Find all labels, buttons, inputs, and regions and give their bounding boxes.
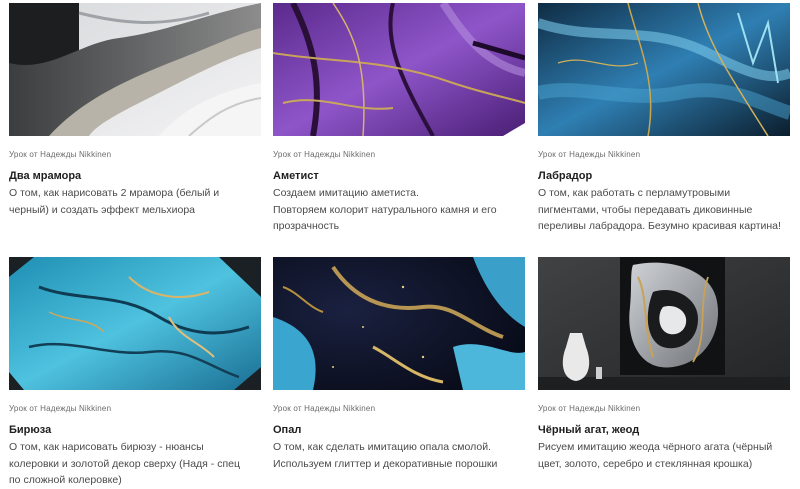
lesson-card-two-marbles[interactable]: Урок от Надежды Nikkinen Два мрамора О т… [9,3,261,218]
lesson-description: Рисуем имитацию жеода чёрного агата (чёр… [538,441,773,470]
black-agate-geode-painting-icon[interactable] [538,257,790,390]
lesson-description: О том, как нарисовать 2 мрамора (белый и… [9,187,220,216]
lesson-author: Урок от Надежды Nikkinen [538,404,641,413]
marble-painting-icon[interactable] [9,3,261,136]
lesson-description: О том, как работать с перламутровыми пиг… [538,187,781,233]
lesson-card-black-agate[interactable]: Урок от Надежды Nikkinen Чёрный агат, же… [538,257,790,472]
lesson-author: Урок от Надежды Nikkinen [9,150,112,159]
lesson-description: Создаем имитацию аметиста. Повторяем кол… [273,187,497,233]
lesson-title[interactable]: Чёрный агат, жеод [538,424,790,437]
lesson-title[interactable]: Два мрамора [9,170,261,183]
lesson-author: Урок от Надежды Nikkinen [538,150,641,159]
lesson-title[interactable]: Лабрадор [538,170,790,183]
lesson-card-opal[interactable]: Урок от Надежды Nikkinen Опал О том, как… [273,257,525,472]
lesson-author: Урок от Надежды Nikkinen [273,404,376,413]
turquoise-painting-icon[interactable] [9,257,261,390]
lesson-title[interactable]: Опал [273,424,525,437]
amethyst-painting-icon[interactable] [273,3,525,136]
lesson-card-turquoise[interactable]: Урок от Надежды Nikkinen Бирюза О том, к… [9,257,261,489]
labradorite-painting-icon[interactable] [538,3,790,136]
lesson-author: Урок от Надежды Nikkinen [273,150,376,159]
lesson-description: О том, как нарисовать бирюзу - нюансы ко… [9,441,240,487]
lesson-card-amethyst[interactable]: Урок от Надежды Nikkinen Аметист Создаем… [273,3,525,235]
opal-painting-icon[interactable] [273,257,525,390]
lesson-title[interactable]: Бирюза [9,424,261,437]
lesson-description: О том, как сделать имитацию опала смолой… [273,441,498,470]
lesson-title[interactable]: Аметист [273,170,525,183]
lesson-author: Урок от Надежды Nikkinen [9,404,112,413]
lesson-card-labradorite[interactable]: Урок от Надежды Nikkinen Лабрадор О том,… [538,3,790,235]
